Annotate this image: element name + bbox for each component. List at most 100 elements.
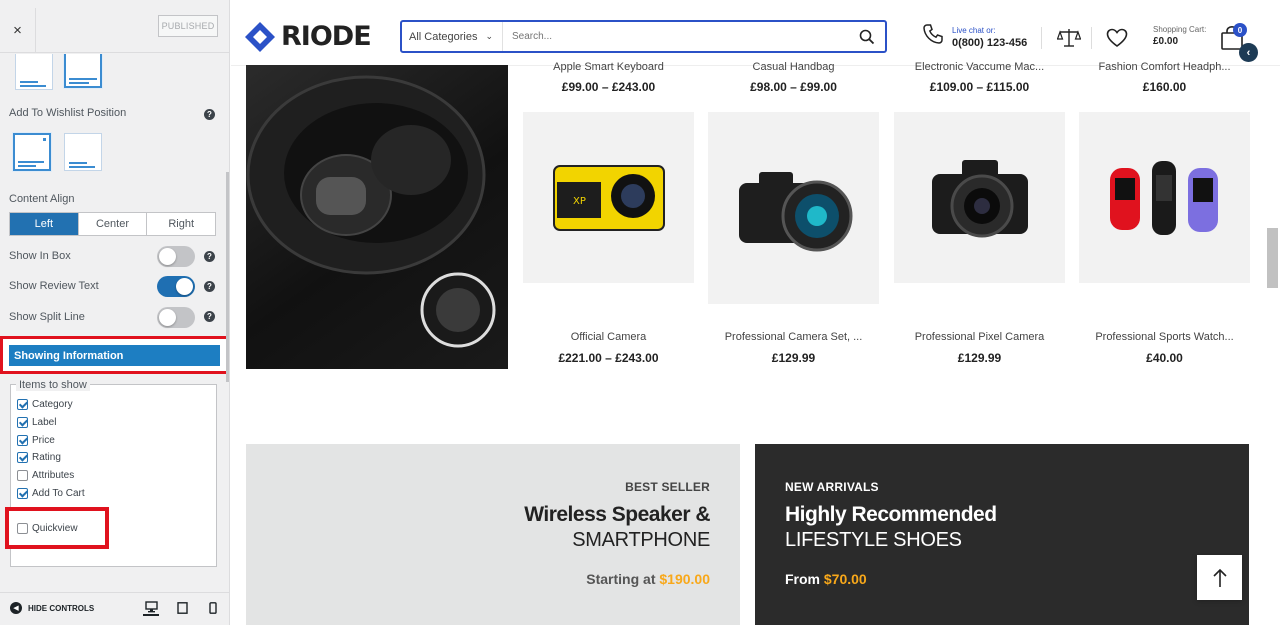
product-name[interactable]: Electronic Vaccume Mac...	[894, 61, 1065, 73]
wishlist-heart-icon[interactable]	[1105, 27, 1129, 49]
checkbox-label: Category	[32, 398, 73, 410]
product-price: £160.00	[1142, 80, 1187, 94]
live-chat-link[interactable]: Live chat or:	[952, 24, 1027, 37]
checkbox-label: Add To Cart	[32, 487, 85, 499]
checkbox-quickview[interactable]: Quickview	[17, 521, 78, 535]
layout-thumb-2[interactable]	[64, 54, 102, 88]
tablet-icon[interactable]	[174, 600, 190, 616]
help-icon[interactable]: ?	[204, 251, 215, 262]
show-review-text-label: Show Review Text	[9, 280, 99, 292]
hide-controls-button[interactable]: ◀ HIDE CONTROLS	[10, 602, 94, 614]
banner-new-arrivals[interactable]: NEW ARRIVALS Highly Recommended LIFESTYL…	[755, 444, 1249, 625]
hide-controls-label: HIDE CONTROLS	[28, 603, 95, 613]
collapse-icon: ◀	[10, 602, 22, 614]
search-input[interactable]	[503, 22, 849, 51]
search-icon[interactable]	[849, 29, 885, 45]
close-customizer-button[interactable]: ×	[0, 8, 36, 53]
checkbox-add-to-cart[interactable]: Add To Cart	[17, 486, 85, 500]
dslr-camera-icon[interactable]	[708, 112, 879, 304]
product-name[interactable]: Professional Sports Watch...	[1079, 331, 1250, 343]
search-bar: All Categories ⌄	[400, 20, 887, 53]
mobile-icon[interactable]	[205, 600, 221, 616]
banner-price: From $70.00	[785, 571, 867, 587]
product-price: £129.99	[957, 351, 1002, 365]
checkbox-label: Price	[32, 434, 55, 446]
panel-scrollbar[interactable]	[226, 172, 229, 382]
help-icon[interactable]: ?	[204, 281, 215, 292]
panel-footer: ◀ HIDE CONTROLS	[0, 592, 229, 625]
product-name[interactable]: Professional Camera Set, ...	[708, 331, 879, 343]
product-price: £109.00 – £115.00	[929, 80, 1030, 94]
help-icon[interactable]: ?	[204, 311, 215, 322]
checkbox-label: Rating	[32, 451, 61, 463]
showing-information-section[interactable]: Showing Information	[0, 336, 229, 374]
cart-total: £0.00	[1153, 36, 1179, 47]
chevron-left-icon[interactable]: ‹	[1239, 43, 1258, 62]
arrow-up-icon	[1212, 568, 1227, 587]
checkbox-rating[interactable]: Rating	[17, 450, 61, 464]
product-price: £98.00 – £99.00	[750, 80, 837, 94]
published-button[interactable]: PUBLISHED	[158, 15, 218, 37]
chevron-down-icon: ⌄	[485, 31, 494, 41]
checkbox-attributes[interactable]: Attributes	[17, 468, 74, 482]
checkbox-category[interactable]: Category	[17, 397, 73, 411]
wishlist-position-label: Add To Wishlist Position	[9, 107, 127, 119]
checkbox-label: Label	[32, 416, 57, 428]
panel-controls: Add To Wishlist Position ? Content Align…	[0, 54, 229, 592]
product-price: £40.00	[1146, 351, 1183, 365]
layout-thumb-1[interactable]	[15, 54, 53, 90]
checkbox-icon[interactable]	[17, 469, 28, 481]
checkbox-icon[interactable]	[17, 451, 28, 463]
wishlist-position-option-2[interactable]	[64, 133, 102, 171]
category-select[interactable]: All Categories ⌄	[402, 22, 503, 51]
show-review-text-toggle[interactable]	[157, 276, 195, 297]
checkbox-icon[interactable]	[17, 416, 28, 428]
compare-icon[interactable]	[1057, 27, 1081, 49]
site-logo[interactable]: RIODE	[245, 21, 372, 52]
banner-best-seller[interactable]: BEST SELLER Wireless Speaker & SMARTPHON…	[246, 444, 740, 625]
checkbox-label-item[interactable]: Label	[17, 415, 56, 429]
page-scrollbar[interactable]	[1267, 228, 1278, 288]
phone-icon	[922, 23, 944, 50]
banner-subtitle: LIFESTYLE SHOES	[785, 529, 962, 551]
product-price: £129.99	[771, 351, 816, 365]
align-left-button[interactable]: Left	[10, 213, 79, 235]
product-name[interactable]: Fashion Comfort Headph...	[1079, 61, 1250, 73]
logo-text: RIODE	[281, 21, 372, 52]
cart-summary[interactable]: Shopping Cart: £0.00	[1153, 24, 1206, 48]
help-icon[interactable]: ?	[204, 109, 215, 120]
section-title: Showing Information	[9, 345, 220, 366]
admin-strip	[231, 0, 1280, 7]
action-camera-icon[interactable]: XP	[523, 112, 694, 283]
product-name[interactable]: Official Camera	[523, 331, 694, 343]
checkbox-icon[interactable]	[17, 434, 28, 446]
wishlist-position-option-1[interactable]	[13, 133, 51, 171]
site-header: RIODE All Categories ⌄ Live chat or: 0(8…	[231, 7, 1280, 66]
align-center-button[interactable]: Center	[78, 213, 148, 235]
banner-price: Starting at $190.00	[586, 571, 710, 587]
product-name[interactable]: Casual Handbag	[708, 61, 879, 73]
checkbox-price[interactable]: Price	[17, 433, 55, 447]
earbuds-promo-image[interactable]	[246, 65, 508, 369]
items-to-show-legend: Items to show	[16, 379, 90, 391]
show-split-line-toggle[interactable]	[157, 307, 195, 328]
product-price: £221.00 – £243.00	[558, 351, 659, 365]
desktop-icon[interactable]	[143, 600, 159, 616]
banner-title: Highly Recommended	[785, 503, 997, 526]
fitness-band-icon[interactable]	[1079, 112, 1250, 283]
phone-contact[interactable]: Live chat or: 0(800) 123-456	[922, 23, 1027, 50]
checkbox-icon[interactable]	[17, 398, 28, 410]
align-right-button[interactable]: Right	[147, 213, 216, 235]
checkbox-icon[interactable]	[17, 487, 28, 499]
dslr-camera-icon[interactable]	[894, 112, 1065, 283]
show-in-box-toggle[interactable]	[157, 246, 195, 267]
banner-tag: NEW ARRIVALS	[785, 480, 879, 494]
product-name[interactable]: Professional Pixel Camera	[894, 331, 1065, 343]
banner-subtitle: SMARTPHONE	[572, 529, 710, 551]
product-name[interactable]: Apple Smart Keyboard	[523, 61, 694, 73]
checkbox-icon[interactable]	[17, 522, 28, 534]
cart-count-badge: 0	[1233, 23, 1247, 37]
scroll-to-top-button[interactable]	[1197, 555, 1242, 600]
phone-number: 0(800) 123-456	[952, 36, 1028, 49]
customizer-panel: × PUBLISHED Add To Wishlist Position ? C…	[0, 0, 230, 625]
